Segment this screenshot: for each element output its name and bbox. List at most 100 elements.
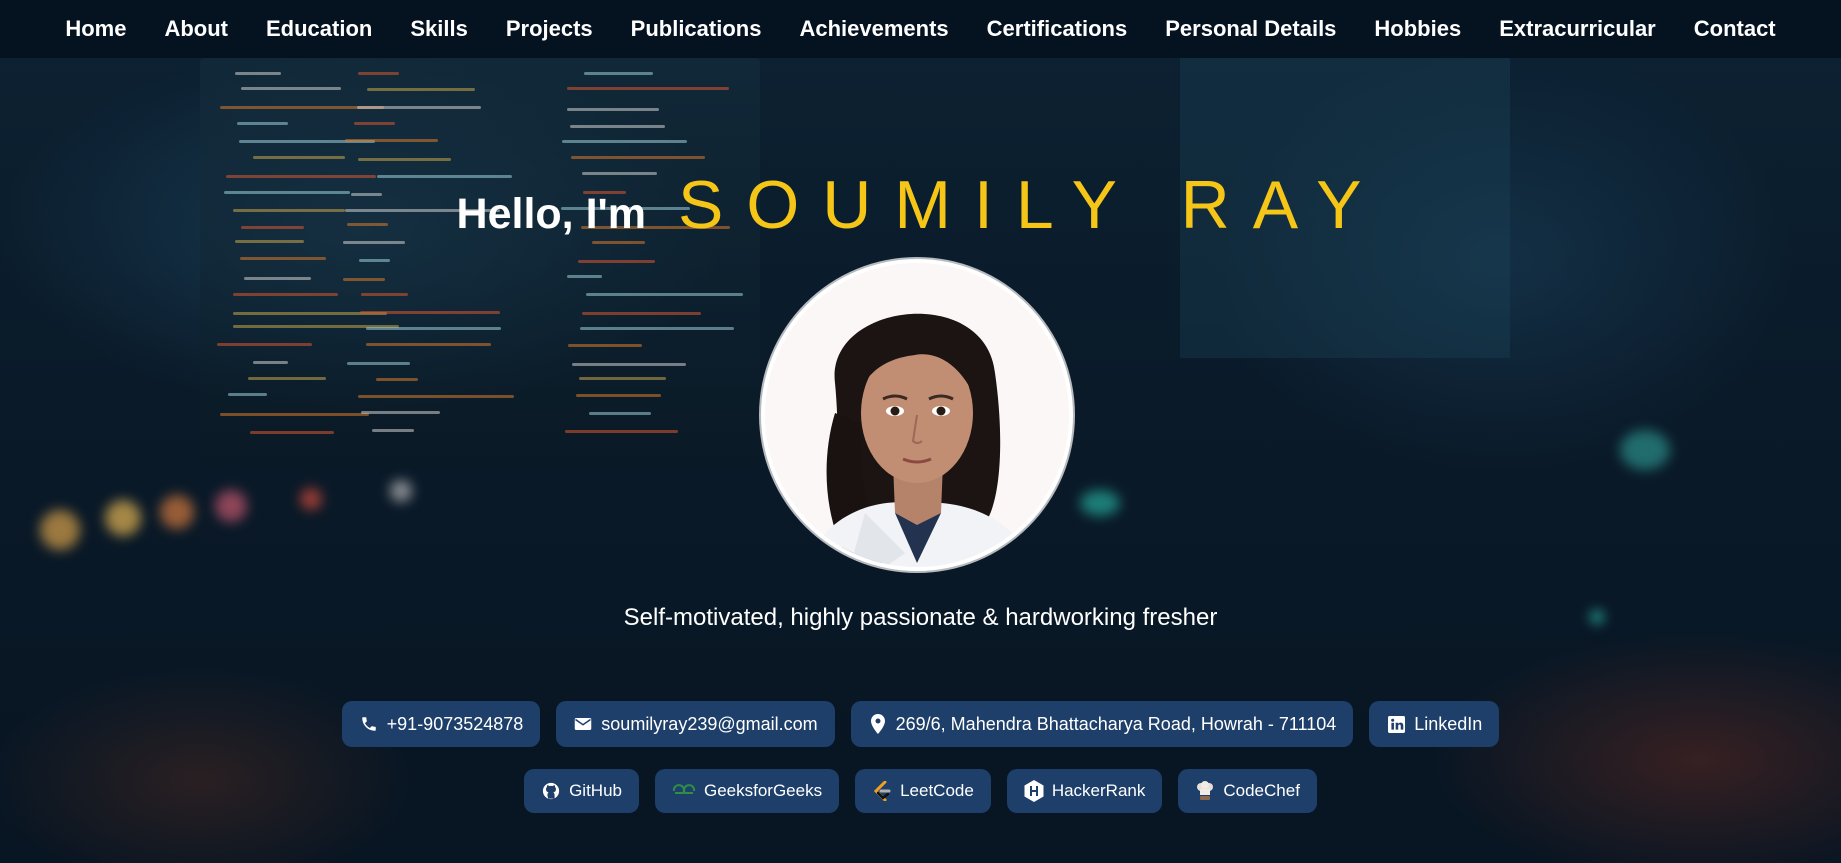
background-code-line	[375, 378, 418, 382]
linkedin-chip[interactable]: LinkedIn	[1369, 701, 1500, 747]
background-code-line	[570, 155, 705, 159]
nav-about[interactable]: About	[145, 0, 247, 58]
background-monitor	[200, 58, 760, 468]
background-code-line	[253, 361, 289, 365]
profile-chips: GitHub GeeksforGeeks LeetCode HackerRank…	[0, 769, 1841, 813]
background-code-line	[250, 430, 334, 434]
profile-portrait-icon	[765, 263, 1069, 567]
background-code-line	[236, 122, 289, 126]
linkedin-icon	[1386, 714, 1406, 734]
background-code-line	[359, 310, 501, 314]
background-code-line	[358, 395, 515, 399]
background-code-line	[361, 292, 408, 296]
linkedin-text: LinkedIn	[1414, 713, 1483, 734]
background-code-line	[347, 361, 410, 365]
background-code-line	[361, 411, 440, 415]
background-code-line	[243, 276, 312, 280]
background-code-line	[232, 292, 339, 296]
background-code-line	[345, 138, 439, 142]
github-text: GitHub	[569, 781, 622, 800]
background-code-line	[567, 275, 602, 279]
address-chip[interactable]: 269/6, Mahendra Bhattacharya Road, Howra…	[850, 701, 1354, 747]
background-code-line	[576, 393, 661, 397]
nav-projects[interactable]: Projects	[487, 0, 612, 58]
background-code-line	[228, 393, 267, 397]
background-code-line	[357, 158, 451, 162]
nav-home[interactable]: Home	[46, 0, 145, 58]
nav-extracurricular[interactable]: Extracurricular	[1480, 0, 1675, 58]
address-text: 269/6, Mahendra Bhattacharya Road, Howra…	[895, 713, 1337, 734]
leetcode-text: LeetCode	[900, 781, 974, 800]
background-code-line	[568, 344, 643, 348]
background-code-line	[220, 412, 370, 416]
hackerrank-text: HackerRank	[1051, 781, 1146, 800]
github-icon	[541, 781, 561, 801]
codechef-chip[interactable]: CodeChef	[1178, 769, 1317, 813]
background-code-line	[583, 71, 654, 75]
background-code-line	[357, 72, 399, 76]
background-code-line	[253, 156, 345, 160]
background-code-line	[354, 122, 396, 126]
background-light	[1620, 430, 1670, 470]
background-code-line	[565, 429, 678, 433]
background-code-line	[579, 377, 666, 380]
profile-photo	[765, 263, 1069, 567]
email-text: soumilyray239@gmail.com	[601, 713, 818, 734]
background-code-line	[234, 72, 281, 76]
hero-tagline: Self-motivated, highly passionate & hard…	[623, 604, 1218, 631]
phone-icon	[359, 714, 379, 734]
chef-hat-icon	[1195, 781, 1215, 801]
phone-chip[interactable]: +91-9073524878	[341, 701, 541, 747]
codechef-text: CodeChef	[1223, 781, 1300, 800]
background-light	[390, 480, 412, 502]
background-code-line	[561, 139, 688, 143]
hero-greeting: Hello, I'm	[456, 190, 646, 238]
background-light	[1080, 490, 1120, 516]
background-code-line	[356, 106, 481, 110]
nav-publications[interactable]: Publications	[612, 0, 781, 58]
phone-text: +91-9073524878	[386, 713, 524, 734]
portfolio-page: Home About Education Skills Projects Pub…	[0, 0, 1841, 863]
top-navigation: Home About Education Skills Projects Pub…	[0, 0, 1841, 58]
geeksforgeeks-icon	[672, 781, 696, 801]
map-pin-icon	[868, 714, 888, 734]
background-code-line	[566, 107, 660, 111]
geeksforgeeks-chip[interactable]: GeeksforGeeks	[654, 769, 840, 813]
hackerrank-icon	[1024, 780, 1044, 802]
background-light	[300, 488, 322, 510]
background-code-line	[580, 326, 734, 330]
background-light	[215, 490, 247, 522]
background-code-line	[567, 87, 729, 91]
nav-personal-details[interactable]: Personal Details	[1146, 0, 1355, 58]
background-code-line	[586, 292, 744, 296]
background-code-line	[372, 428, 415, 432]
profile-photo-frame	[761, 259, 1073, 571]
nav-certifications[interactable]: Certifications	[968, 0, 1147, 58]
contact-chips: +91-9073524878 soumilyray239@gmail.com 2…	[0, 701, 1841, 747]
background-code-line	[578, 259, 656, 263]
leetcode-chip[interactable]: LeetCode	[855, 769, 991, 813]
nav-skills[interactable]: Skills	[391, 0, 486, 58]
background-code-line	[581, 311, 701, 315]
background-code-line	[359, 258, 391, 262]
nav-hobbies[interactable]: Hobbies	[1355, 0, 1480, 58]
hackerrank-chip[interactable]: HackerRank	[1006, 769, 1163, 813]
background-code-line	[569, 124, 666, 128]
nav-contact[interactable]: Contact	[1675, 0, 1795, 58]
background-code-line	[343, 277, 385, 281]
background-code-line	[366, 326, 502, 330]
email-chip[interactable]: soumilyray239@gmail.com	[556, 701, 835, 747]
background-code-line	[589, 411, 652, 415]
hero-heading: Hello, I'm SOUMILY RAY	[0, 166, 1841, 244]
background-light	[160, 495, 194, 529]
nav-achievements[interactable]: Achievements	[780, 0, 967, 58]
nav-education[interactable]: Education	[247, 0, 391, 58]
geeksforgeeks-text: GeeksforGeeks	[703, 781, 823, 800]
background-light	[40, 510, 80, 550]
envelope-icon	[573, 714, 593, 734]
background-code-line	[366, 87, 476, 91]
background-code-line	[239, 257, 327, 261]
background-code-line	[366, 342, 492, 346]
background-code-line	[241, 87, 342, 91]
github-chip[interactable]: GitHub	[524, 769, 639, 813]
